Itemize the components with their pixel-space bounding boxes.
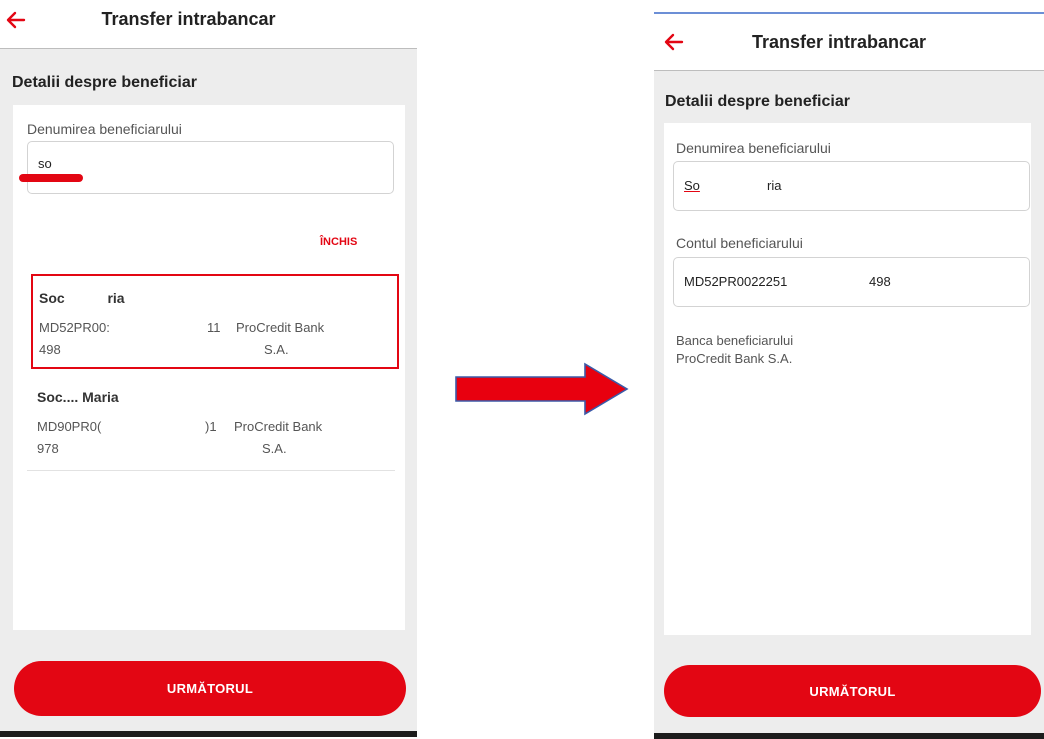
- search-value: so: [38, 156, 52, 171]
- beneficiary-name-label: Denumirea beneficiarului: [676, 140, 831, 156]
- result-bank-tail: S.A.: [264, 342, 289, 357]
- result-bank: ProCredit Bank: [234, 419, 323, 434]
- result-name: Soc.... Maria: [37, 389, 119, 405]
- account-value-start: MD52PR0022251: [684, 274, 788, 289]
- highlight-underline: [19, 174, 83, 182]
- result-iban: MD90PR0(: [37, 419, 102, 434]
- next-button[interactable]: URMĂTORUL: [14, 661, 406, 716]
- account-field[interactable]: MD52PR0022251 498: [673, 257, 1030, 307]
- result-iban: MD52PR00:: [39, 320, 110, 335]
- header-title: Transfer intrabancar: [101, 9, 276, 29]
- app-header: Transfer intrabancar: [654, 14, 1044, 71]
- result-iban-tail: 978: [37, 441, 59, 456]
- bank-value: ProCredit Bank S.A.: [676, 351, 793, 366]
- beneficiary-card: Denumirea beneficiarului so ÎNCHIS Soc r…: [13, 105, 405, 630]
- right-screen: Transfer intrabancar Detalii despre bene…: [654, 12, 1044, 739]
- divider: [27, 470, 395, 471]
- beneficiary-search-input[interactable]: so: [27, 141, 394, 194]
- name-value-end: ria: [767, 178, 782, 193]
- beneficiary-name-field[interactable]: So ria: [673, 161, 1030, 211]
- result-name: Soc ria: [39, 290, 125, 306]
- result-iban-middle: )1: [205, 419, 217, 434]
- close-button[interactable]: ÎNCHIS: [320, 236, 357, 248]
- account-value-end: 498: [869, 274, 891, 289]
- system-nav-bar: [654, 733, 1044, 739]
- bank-label: Banca beneficiarului: [676, 333, 794, 348]
- account-label: Contul beneficiarului: [676, 235, 803, 251]
- system-nav-bar: [0, 731, 417, 737]
- search-result-item[interactable]: Soc ria MD52PR00: 11 498 ProCredit Bank …: [31, 274, 399, 369]
- transition-arrow-icon: [455, 362, 629, 416]
- result-iban-tail: 498: [39, 342, 61, 357]
- result-bank: ProCredit Bank: [236, 320, 325, 335]
- beneficiary-name-label: Denumirea beneficiarului: [27, 121, 182, 137]
- next-button[interactable]: URMĂTORUL: [664, 665, 1041, 717]
- result-iban-middle: 11: [207, 320, 221, 335]
- left-screen: Transfer intrabancar Detalii despre bene…: [0, 0, 417, 737]
- section-title: Detalii despre beneficiar: [665, 93, 850, 110]
- search-result-item[interactable]: Soc.... Maria MD90PR0( )1 978 ProCredit …: [31, 375, 399, 465]
- name-value-start: So: [684, 178, 700, 193]
- result-bank-tail: S.A.: [262, 441, 287, 456]
- section-title: Detalii despre beneficiar: [12, 74, 197, 91]
- beneficiary-card: Denumirea beneficiarului So ria Contul b…: [664, 123, 1031, 635]
- header-title: Transfer intrabancar: [751, 32, 927, 52]
- app-header: Transfer intrabancar: [0, 0, 417, 49]
